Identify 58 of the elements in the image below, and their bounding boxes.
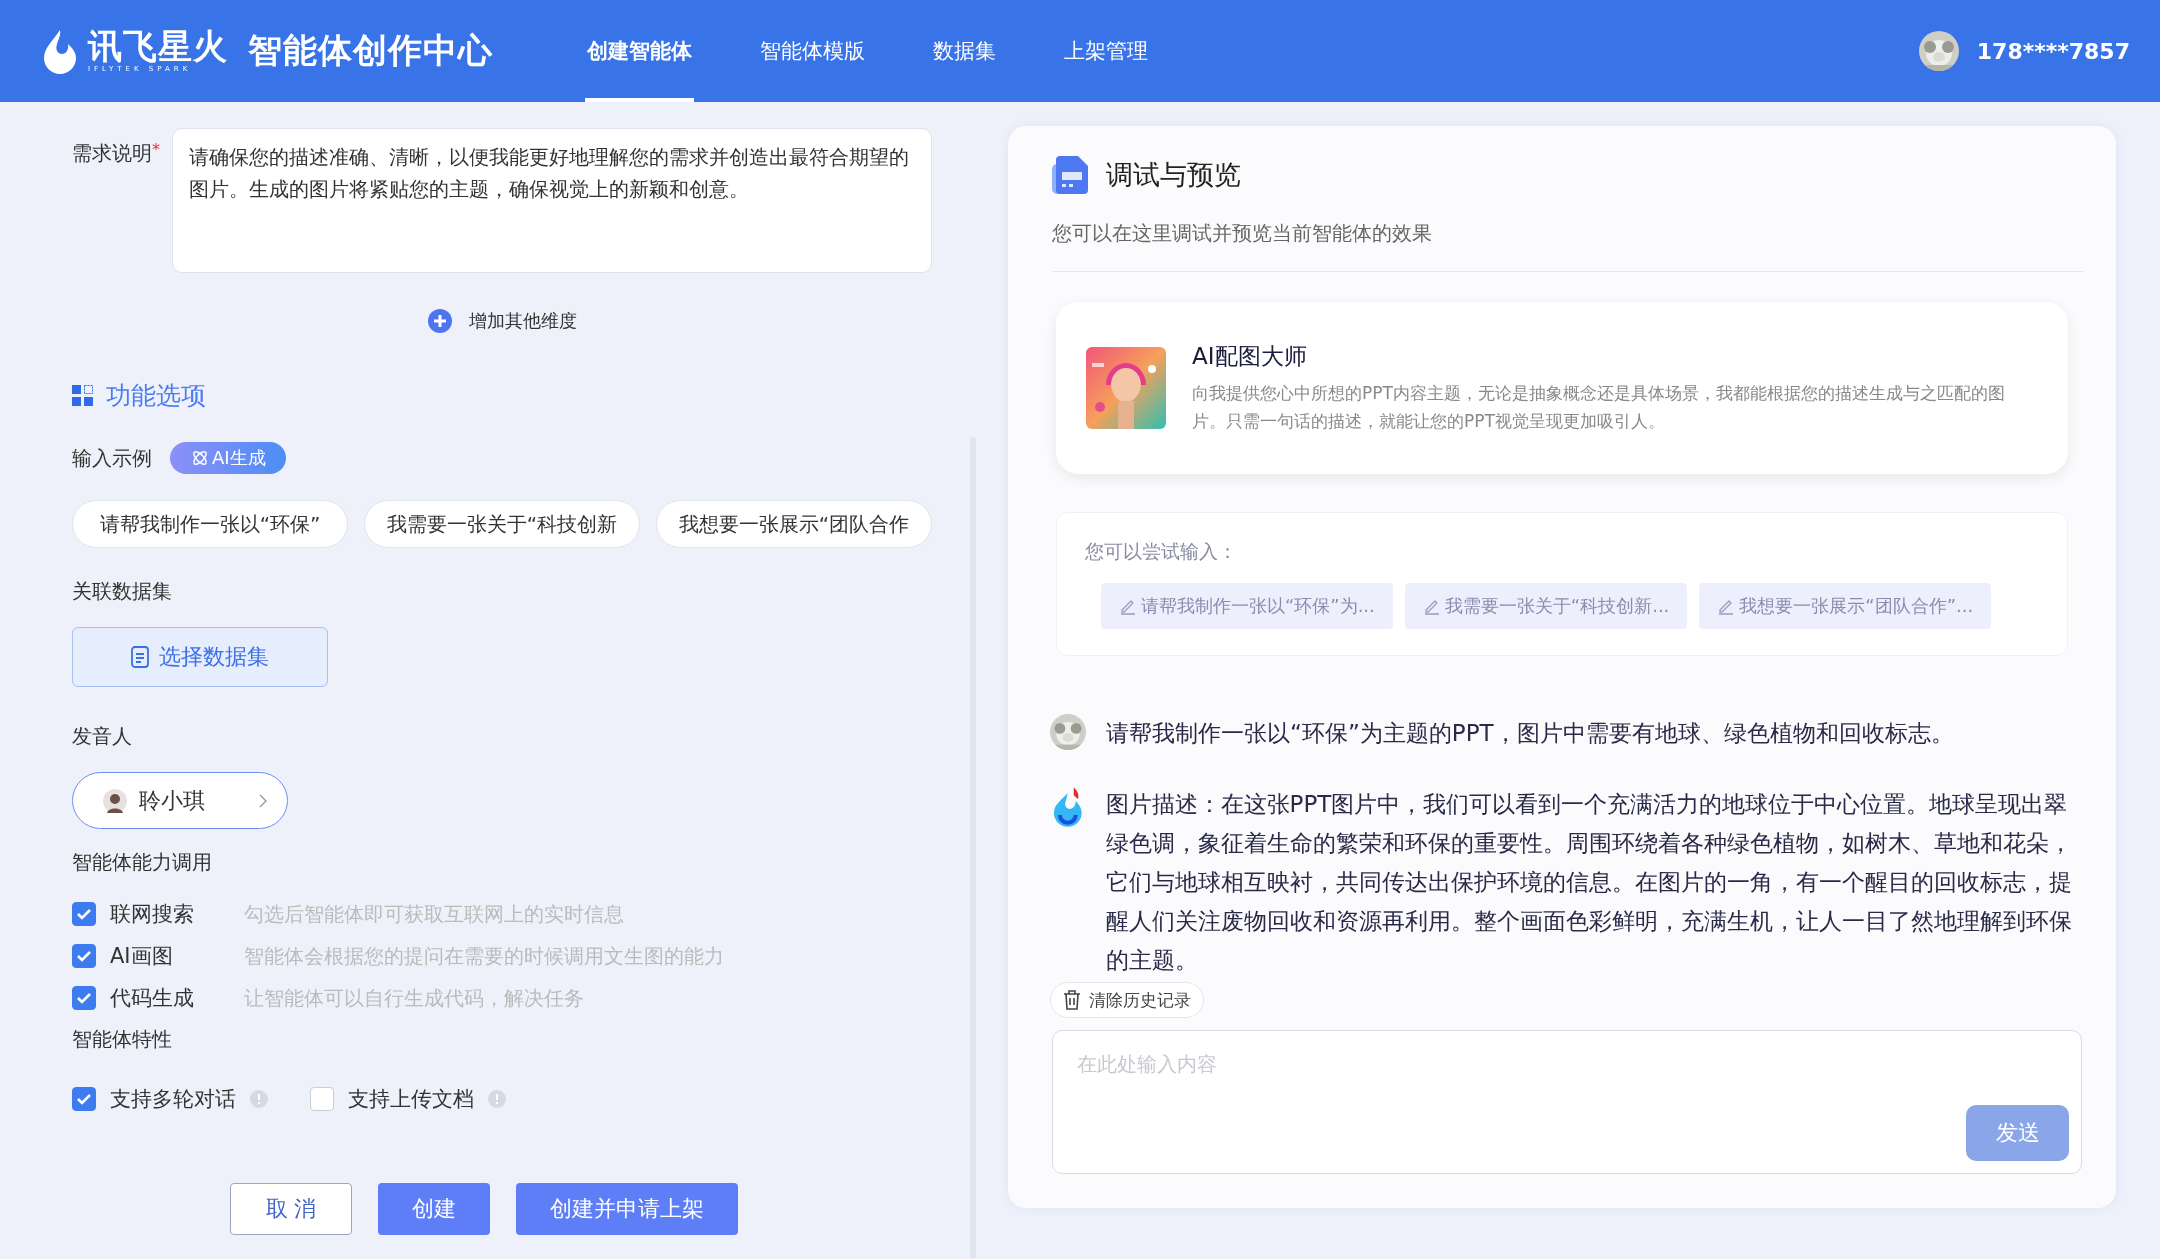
panel-title: 调试与预览 bbox=[1106, 158, 1241, 192]
logo-text: 讯飞星火 bbox=[88, 29, 228, 63]
action-button[interactable]: 取 消 bbox=[230, 1183, 352, 1235]
field-label: 发音人 bbox=[72, 723, 133, 750]
panel-subtitle: 您可以在这里调试并预览当前智能体的效果 bbox=[1052, 221, 1432, 245]
example-chip[interactable]: 我想要一张展示“团队合作 bbox=[656, 500, 932, 548]
field-label: 输入示例 bbox=[72, 444, 152, 472]
capability-name: 代码生成 bbox=[110, 985, 195, 1012]
capability-description: 让智能体可以自行生成代码，解决任务 bbox=[244, 984, 584, 1012]
capability-name: AI画图 bbox=[110, 943, 174, 970]
requirement-field[interactable]: 请确保您的描述准确、清晰，以便我能更好地理解您的需求并创造出最符合期望的图片。生成的图片将紧贴您的主题，确保视觉上的新颖和创意。 bbox=[172, 128, 932, 273]
capability-description: 勾选后智能体即可获取互联网上的实时信息 bbox=[244, 900, 624, 928]
feature-name: 支持上传文档 bbox=[348, 1086, 474, 1113]
trash-icon bbox=[1063, 990, 1081, 1010]
send-button[interactable]: 发送 bbox=[1966, 1105, 2069, 1161]
capability-name: 联网搜索 bbox=[110, 901, 195, 928]
add-dimension-button[interactable]: 增加其他维度 bbox=[421, 307, 583, 335]
field-label: 智能体能力调用 bbox=[72, 849, 213, 876]
section-title: 功能选项 bbox=[106, 380, 206, 412]
nav-tab[interactable]: 创建智能体 bbox=[585, 0, 694, 102]
person-avatar-icon bbox=[103, 788, 127, 813]
clear-history-button[interactable]: 清除历史记录 bbox=[1050, 982, 1204, 1018]
speaker-selector[interactable]: 聆小琪 bbox=[72, 772, 288, 829]
checkbox[interactable] bbox=[310, 1087, 334, 1111]
action-button[interactable]: 创建 bbox=[378, 1183, 490, 1235]
ai-generate-badge[interactable]: AI生成 bbox=[170, 442, 286, 474]
agent-name: AI配图大师 bbox=[1192, 342, 1308, 372]
chat-message: 请帮我制作一张以“环保”为主题的PPT，图片中需要有地球、绿色植物和回收标志。 bbox=[1106, 719, 1955, 748]
required-mark: * bbox=[152, 140, 160, 159]
capability-description: 智能体会根据您的提问在需要的时候调用文生图的能力 bbox=[244, 942, 724, 970]
nav-tab[interactable]: 智能体模版 bbox=[758, 0, 867, 102]
suggestion-chip[interactable]: 请帮我制作一张以“环保”为... bbox=[1101, 583, 1393, 629]
checkbox[interactable] bbox=[72, 1087, 96, 1111]
document-icon bbox=[131, 646, 149, 668]
suggestion-chip[interactable]: 我需要一张关于“科技创新... bbox=[1404, 583, 1688, 629]
nav-tab[interactable]: 数据集 bbox=[931, 0, 998, 102]
suggestion-chip[interactable]: 我想要一张展示“团队合作”... bbox=[1699, 583, 1992, 629]
field-label: 需求说明 bbox=[72, 140, 152, 167]
grid-icon bbox=[72, 384, 94, 407]
example-chip[interactable]: 请帮我制作一张以“环保” bbox=[72, 500, 348, 548]
select-dataset-button[interactable]: 选择数据集 bbox=[72, 627, 328, 687]
chat-message: 图片描述：在这张PPT图片中，我们可以看到一个充满活力的地球位于中心位置。地球呈现出翠绿色调，象征着生命的繁荣和环保的重要性。周围环绕着各种绿色植物，如树木、草地和花朵，它们与地球相互映衬，共同传达出保护环境的信息。在图片的一角，有一个醒目的回收标志，提醒人们关注废物回收和资源再利用。整个画面色彩鲜明，充满生机，让人一目了然地理解到环保的主题。 bbox=[1105, 790, 2073, 975]
user-phone[interactable]: 178****7857 bbox=[1976, 38, 2130, 64]
feature-name: 支持多轮对话 bbox=[110, 1086, 236, 1113]
field-label: 智能体特性 bbox=[72, 1026, 173, 1053]
field-label: 关联数据集 bbox=[72, 578, 173, 605]
app-title: 智能体创作中心 bbox=[248, 29, 493, 72]
nav-tab[interactable]: 上架管理 bbox=[1062, 0, 1150, 102]
chevron-right-icon bbox=[259, 793, 267, 808]
checkbox[interactable] bbox=[72, 944, 96, 968]
suggestions-label: 您可以尝试输入： bbox=[1085, 540, 1237, 562]
agent-description: 向我提供您心中所想的PPT内容主题，无论是抽象概念还是具体场景，我都能根据您的描述生成与之匹配的图片。只需一句话的描述，就能让您的PPT视觉呈现更加吸引人。 bbox=[1192, 382, 2006, 433]
plus-icon bbox=[427, 308, 453, 334]
checkbox[interactable] bbox=[72, 986, 96, 1010]
action-button[interactable]: 创建并申请上架 bbox=[516, 1183, 738, 1235]
example-chip[interactable]: 我需要一张关于“科技创新 bbox=[364, 500, 640, 548]
checkbox[interactable] bbox=[72, 902, 96, 926]
atom-icon bbox=[190, 448, 210, 468]
